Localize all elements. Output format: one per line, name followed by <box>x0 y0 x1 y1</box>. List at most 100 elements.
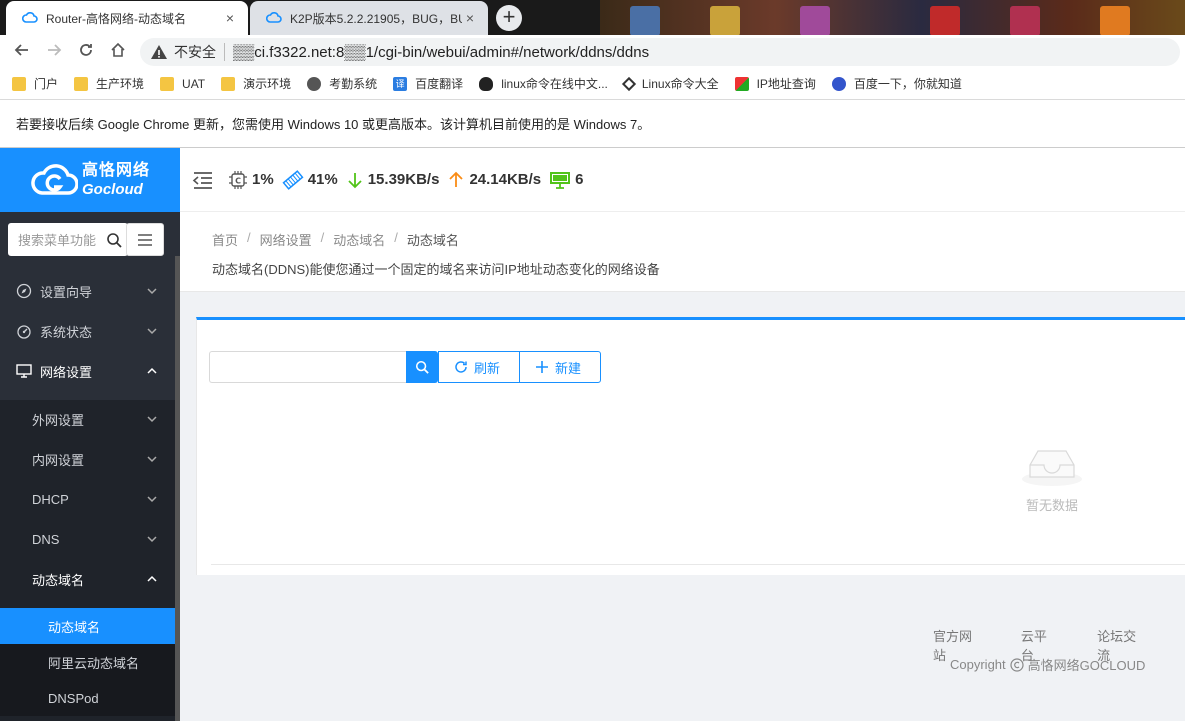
bookmark-item[interactable]: IP地址查询 <box>734 75 816 92</box>
sidebar-item-network-settings[interactable]: 网络设置 <box>0 351 175 391</box>
security-label: 不安全 <box>174 44 216 60</box>
create-button[interactable]: 新建 <box>519 351 601 383</box>
main-content: 首页 / 网络设置 / 动态域名 / 动态域名 动态域名(DDNS)能使您通过一… <box>180 212 1185 721</box>
update-infobar: 若要接收后续 Google Chrome 更新，您需使用 Windows 10 … <box>0 100 1185 148</box>
cloud-favicon-icon <box>22 12 38 23</box>
browser-toolbar: 不安全 ▒▒ci.f3322.net:8▒▒1/cgi-bin/webui/ad… <box>0 35 1185 68</box>
folder-icon <box>12 76 26 91</box>
sidebar-item-aliyun-ddns[interactable]: 阿里云动态域名 <box>0 644 175 680</box>
page-header: 首页 / 网络设置 / 动态域名 / 动态域名 动态域名(DDNS)能使您通过一… <box>180 212 1185 292</box>
sidebar-item-setup-wizard[interactable]: 设置向导 <box>0 271 175 311</box>
chevron-down-icon <box>147 328 157 335</box>
bookmark-label: 门户 <box>34 77 59 91</box>
download-value: 15.39KB/s <box>367 171 440 188</box>
devices-value: 6 <box>575 171 584 188</box>
bookmark-item[interactable]: Linux命令大全 <box>621 75 719 92</box>
menu-toggle-button[interactable] <box>126 223 164 256</box>
ip-icon <box>734 76 749 91</box>
diamond-icon <box>621 76 636 91</box>
back-arrow-icon <box>14 43 28 56</box>
bookmark-label: Linux命令大全 <box>641 77 719 91</box>
forward-button[interactable] <box>38 38 70 66</box>
bookmark-label: 生产环境 <box>96 77 145 91</box>
breadcrumb-home[interactable]: 首页 <box>212 230 238 249</box>
copyright: Copyright 高恪网络GOCLOUD <box>950 655 1145 674</box>
reload-icon <box>80 43 92 56</box>
bookmark-item[interactable]: UAT <box>160 76 205 91</box>
card-divider <box>211 564 1185 565</box>
brand-logo[interactable]: 高恪网络 Gocloud <box>0 148 180 212</box>
breadcrumb: 首页 / 网络设置 / 动态域名 / 动态域名 <box>212 230 1185 249</box>
search-button[interactable] <box>406 351 438 383</box>
svg-text:C: C <box>235 176 241 185</box>
sidebar: 搜索菜单功能 设置向导 系统状态 网络设置 外网设置 内网设置 DHCP DNS… <box>0 212 180 721</box>
tab-router-ddns[interactable]: Router-高恪网络-动态域名 × <box>6 1 248 35</box>
sidebar-item-label: 系统状态 <box>40 324 93 340</box>
sidebar-item-dns[interactable]: DNS <box>0 519 175 559</box>
new-tab-button[interactable]: + <box>496 5 522 31</box>
empty-text: 暂无数据 <box>1025 498 1078 513</box>
upload-speed: 24.14KB/s <box>447 171 541 189</box>
omnibox-divider <box>224 43 225 61</box>
refresh-button[interactable]: 刷新 <box>438 351 519 383</box>
bookmark-label: linux命令在线中文... <box>501 77 608 91</box>
breadcrumb-current: 动态域名 <box>406 233 459 248</box>
breadcrumb-separator: / <box>247 230 251 245</box>
search-input[interactable] <box>209 351 406 383</box>
folder-icon <box>74 76 89 91</box>
bookmark-item[interactable]: 百度一下，你就知道 <box>831 75 962 92</box>
infobar-text: 若要接收后续 Google Chrome 更新，您需使用 Windows 10 … <box>16 117 651 132</box>
download-speed: 15.39KB/s <box>346 171 440 189</box>
sidebar-item-label: DHCP <box>32 491 69 507</box>
sidebar-item-dhcp[interactable]: DHCP <box>0 479 175 519</box>
menu-search-input[interactable]: 搜索菜单功能 <box>8 223 128 256</box>
search-icon[interactable] <box>106 232 122 248</box>
url-text: ▒▒ci.f3322.net:8▒▒1/cgi-bin/webui/admin#… <box>233 43 650 61</box>
bookmark-item[interactable]: 译百度翻译 <box>393 75 463 92</box>
breadcrumb-network[interactable]: 网络设置 <box>260 230 312 249</box>
page-description: 动态域名(DDNS)能使您通过一个固定的域名来访问IP地址动态变化的网络设备 <box>212 262 660 277</box>
memory-icon <box>282 169 304 190</box>
bookmark-item[interactable]: 演示环境 <box>221 75 291 92</box>
globe-icon <box>307 76 322 91</box>
create-label: 新建 <box>555 360 582 376</box>
chevron-down-icon <box>147 496 157 503</box>
collapse-menu-icon[interactable] <box>192 171 214 189</box>
desktop-app-icon <box>1010 6 1040 35</box>
desktop-app-icon <box>1100 6 1130 35</box>
bookmark-label: 演示环境 <box>243 77 292 91</box>
menu-search-placeholder: 搜索菜单功能 <box>18 233 97 248</box>
sidebar-item-dnspod[interactable]: DNSPod <box>0 680 175 716</box>
refresh-icon <box>455 361 467 373</box>
bookmark-item[interactable]: 生产环境 <box>74 75 144 92</box>
cpu-value: 1% <box>252 171 274 188</box>
search-icon <box>415 360 429 374</box>
sidebar-item-label: 设置向导 <box>40 284 93 300</box>
translate-icon: 译 <box>393 76 408 91</box>
tab-close-icon[interactable]: × <box>462 10 478 26</box>
sidebar-item-wan[interactable]: 外网设置 <box>0 399 175 439</box>
sidebar-item-ddns-group[interactable]: 动态域名 <box>0 559 175 599</box>
folder-icon <box>160 76 175 91</box>
refresh-label: 刷新 <box>474 360 501 376</box>
bookmark-label: IP地址查询 <box>756 77 816 91</box>
bookmark-item[interactable]: linux命令在线中文... <box>479 75 608 92</box>
sidebar-item-lan[interactable]: 内网设置 <box>0 439 175 479</box>
tab-title: Router-高恪网络-动态域名 <box>46 11 187 26</box>
breadcrumb-ddns-group[interactable]: 动态域名 <box>333 230 385 249</box>
bookmark-item[interactable]: 考勤系统 <box>307 75 377 92</box>
penguin-icon <box>479 76 494 91</box>
brand-name-cn: 高恪网络 <box>81 162 150 179</box>
sidebar-item-system-status[interactable]: 系统状态 <box>0 311 175 351</box>
reload-button[interactable] <box>70 38 102 66</box>
bookmark-label: 考勤系统 <box>329 77 378 91</box>
bookmark-item[interactable]: 门户 <box>12 75 58 92</box>
home-button[interactable] <box>102 38 134 66</box>
breadcrumb-separator: / <box>320 230 325 245</box>
tab-k2p-bug[interactable]: K2P版本5.2.2.21905，BUG，BU × <box>250 1 488 35</box>
sidebar-item-ddns[interactable]: 动态域名 <box>0 608 175 644</box>
tab-close-icon[interactable]: × <box>222 10 238 26</box>
cloud-favicon-icon <box>266 12 282 23</box>
back-button[interactable] <box>6 38 38 66</box>
address-bar[interactable]: 不安全 ▒▒ci.f3322.net:8▒▒1/cgi-bin/webui/ad… <box>140 38 1180 66</box>
